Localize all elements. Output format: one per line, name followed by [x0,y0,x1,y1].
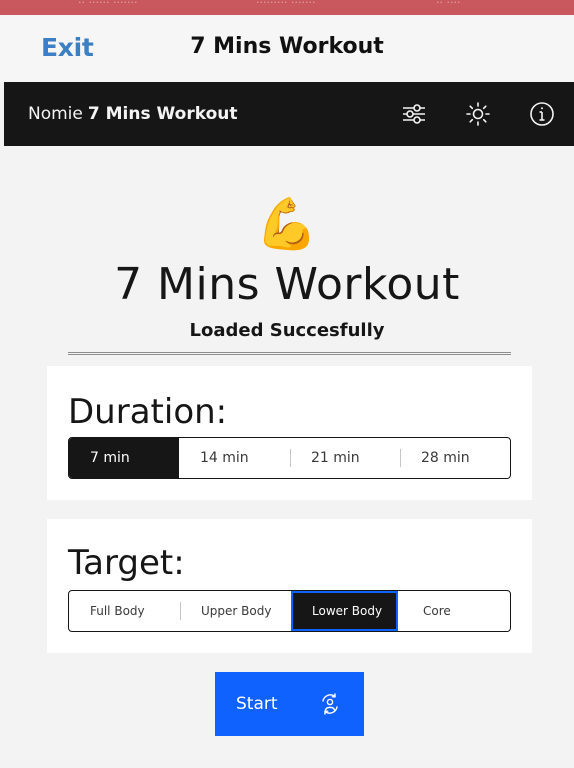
navigation-bar: Exit 7 Mins Workout [0,15,574,82]
start-button[interactable]: Start [215,672,364,736]
duration-option-7[interactable]: 7 min [69,438,179,478]
duration-label: Duration: [68,392,228,432]
target-label: Target: [68,543,185,583]
user-refresh-icon [319,693,341,715]
target-option-full-body[interactable]: Full Body [69,591,180,631]
target-option-upper-body[interactable]: Upper Body [180,591,291,631]
settings-sliders-icon[interactable] [399,99,429,129]
target-option-core[interactable]: Core [398,591,510,631]
status-bar: ·· ······ ······· ········· ······· ·· ·… [0,0,574,15]
status-bar-text: ·· ······ ······· [78,0,138,9]
brand-name: 7 Mins Workout [87,104,238,124]
divider [68,352,511,355]
target-card: Target: Full Body Upper Body Lower Body … [47,519,532,653]
duration-switcher: 7 min 14 min 21 min 28 min [68,437,511,479]
flexed-biceps-emoji: 💪 [255,195,319,253]
duration-option-14[interactable]: 14 min [179,438,290,478]
duration-option-21[interactable]: 21 min [290,438,400,478]
duration-card: Duration: 7 min 14 min 21 min 28 min [47,366,532,500]
status-bar-text: ········· ······· [256,0,316,9]
hero-title: 7 Mins Workout [114,259,460,310]
app-header: Nomie 7 Mins Workout [4,82,574,146]
status-message: Loaded Succesfully [189,320,385,341]
nav-title: 7 Mins Workout [190,34,384,59]
duration-option-28[interactable]: 28 min [400,438,510,478]
status-bar-text: ·· ···· [436,0,461,9]
target-switcher: Full Body Upper Body Lower Body Core [68,590,511,632]
info-icon[interactable] [527,99,557,129]
header-brand[interactable]: Nomie 7 Mins Workout [28,104,237,124]
brightness-icon[interactable] [463,99,493,129]
brand-prefix: Nomie [28,104,83,124]
target-option-lower-body[interactable]: Lower Body [291,591,398,631]
start-button-label: Start [236,694,278,714]
